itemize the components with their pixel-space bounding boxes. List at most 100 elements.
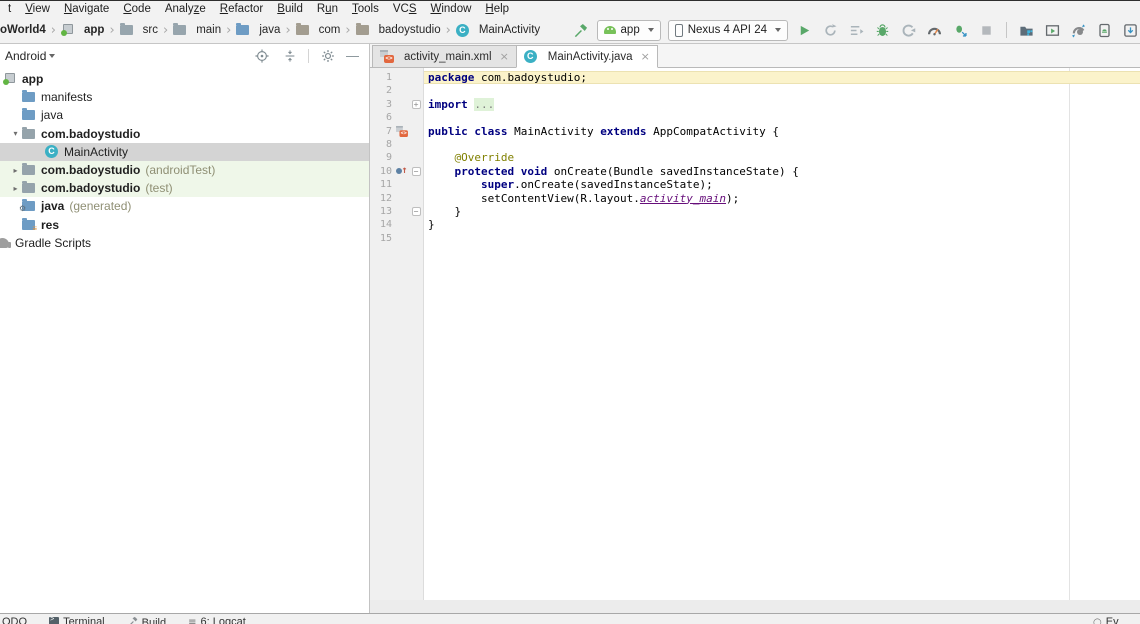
overrides-method-icon[interactable]: ↑ bbox=[396, 166, 409, 177]
breadcrumb-item-app[interactable]: app bbox=[61, 24, 104, 36]
code-text[interactable]: package com.badoystudio; bbox=[424, 71, 1140, 84]
fold-collapse-icon[interactable]: − bbox=[412, 167, 421, 176]
code-text[interactable]: setContentView(R.layout.activity_main); bbox=[424, 192, 1140, 205]
code-text[interactable] bbox=[424, 232, 1140, 245]
tree-item-manifests[interactable]: manifests bbox=[0, 88, 369, 106]
code-line[interactable]: 15 bbox=[370, 232, 1140, 245]
build-hammer-button[interactable] bbox=[571, 21, 590, 40]
toolwindow-button-6-logcat[interactable]: ≡6: Logcat bbox=[188, 616, 246, 624]
menu-help[interactable]: Help bbox=[478, 3, 516, 15]
stop-button[interactable] bbox=[977, 21, 996, 40]
tree-item-label: com.badoystudio bbox=[41, 127, 140, 141]
run-configuration-select[interactable]: app bbox=[597, 20, 661, 41]
code-text[interactable] bbox=[424, 84, 1140, 97]
run-button[interactable] bbox=[795, 21, 814, 40]
code-text[interactable]: public class MainActivity extends AppCom… bbox=[424, 125, 1140, 138]
breadcrumb-item-badoystudio[interactable]: badoystudio bbox=[356, 24, 441, 36]
tree-item-app[interactable]: app bbox=[0, 70, 369, 88]
tree-item-mainactivity[interactable]: CMainActivity bbox=[0, 143, 369, 161]
code-line[interactable]: 14} bbox=[370, 218, 1140, 231]
code-text[interactable]: @Override bbox=[424, 151, 1140, 164]
tab-mainactivity-java[interactable]: CMainActivity.java× bbox=[516, 45, 658, 68]
debug-button[interactable] bbox=[873, 21, 892, 40]
breadcrumb-item-mainactivity[interactable]: CMainActivity bbox=[456, 24, 540, 37]
code-line[interactable]: 7<>public class MainActivity extends App… bbox=[370, 125, 1140, 138]
panel-icon-separator bbox=[308, 49, 309, 63]
breadcrumb-item-java[interactable]: java bbox=[236, 24, 280, 36]
tree-item-com-badoystudio-test[interactable]: ▸com.badoystudio(test) bbox=[0, 179, 369, 197]
breadcrumb-item-main[interactable]: main bbox=[173, 24, 221, 36]
fold-collapse-icon[interactable]: − bbox=[412, 207, 421, 216]
chevron-right-icon[interactable]: ▸ bbox=[9, 166, 22, 175]
code-line[interactable]: 13− } bbox=[370, 205, 1140, 218]
code-line[interactable]: 8 bbox=[370, 138, 1140, 151]
code-editor[interactable]: 1package com.badoystudio;23+import ...67… bbox=[370, 68, 1140, 600]
locate-button[interactable] bbox=[252, 47, 271, 66]
device-file-explorer-button[interactable] bbox=[1017, 21, 1036, 40]
profile-button[interactable] bbox=[899, 21, 918, 40]
tree-item-gradle-scripts[interactable]: Gradle Scripts bbox=[0, 234, 369, 252]
code-text[interactable]: } bbox=[424, 218, 1140, 231]
code-text[interactable]: super.onCreate(savedInstanceState); bbox=[424, 178, 1140, 191]
tree-item-java-generated[interactable]: ⚙java(generated) bbox=[0, 197, 369, 215]
logcat-button[interactable] bbox=[1043, 21, 1062, 40]
code-line[interactable]: 11 super.onCreate(savedInstanceState); bbox=[370, 178, 1140, 191]
apply-code-changes-button[interactable] bbox=[847, 21, 866, 40]
code-text[interactable]: protected void onCreate(Bundle savedInst… bbox=[424, 165, 1140, 178]
toolwindow-button-terminal[interactable]: Terminal bbox=[49, 616, 105, 624]
chevron-down-icon[interactable]: ▾ bbox=[9, 129, 22, 138]
breadcrumb-item-oworld4[interactable]: oWorld4 bbox=[0, 24, 46, 36]
attach-debugger-button[interactable] bbox=[951, 21, 970, 40]
menu-code[interactable]: Code bbox=[116, 3, 158, 15]
menu-view[interactable]: View bbox=[18, 3, 57, 15]
tree-item-suffix: (test) bbox=[145, 181, 172, 195]
code-line[interactable]: 9 @Override bbox=[370, 151, 1140, 164]
sync-gradle-button[interactable] bbox=[1069, 21, 1088, 40]
project-view-selector[interactable]: Android bbox=[5, 49, 55, 63]
sdk-manager-button[interactable] bbox=[1121, 21, 1140, 40]
breadcrumb-item-com[interactable]: com bbox=[296, 24, 341, 36]
bottom-tool-bar: ODO Terminal Build ≡6: Logcat ○Ev bbox=[0, 613, 1140, 624]
menu-tools[interactable]: Tools bbox=[345, 3, 386, 15]
menu-window[interactable]: Window bbox=[423, 3, 478, 15]
profiler-button[interactable] bbox=[925, 21, 944, 40]
code-text[interactable] bbox=[424, 111, 1140, 124]
menu-refactor[interactable]: Refactor bbox=[213, 3, 270, 15]
menu-vcs[interactable]: VCS bbox=[386, 3, 424, 15]
device-select[interactable]: Nexus 4 API 24 bbox=[668, 20, 788, 41]
code-line[interactable]: 10↑− protected void onCreate(Bundle save… bbox=[370, 165, 1140, 178]
tree-item-label: res bbox=[41, 218, 59, 232]
tab-activity-main-xml[interactable]: <>activity_main.xml× bbox=[372, 45, 517, 68]
fold-expand-icon[interactable]: + bbox=[412, 100, 421, 109]
code-text[interactable]: import ... bbox=[424, 98, 1140, 111]
tree-item-java[interactable]: java bbox=[0, 106, 369, 124]
event-log-button[interactable]: ○Ev bbox=[1093, 616, 1119, 624]
code-line[interactable]: 6 bbox=[370, 111, 1140, 124]
menu-build[interactable]: Build bbox=[270, 3, 310, 15]
breadcrumb-chevron-icon: › bbox=[51, 23, 56, 38]
code-line[interactable]: 12 setContentView(R.layout.activity_main… bbox=[370, 192, 1140, 205]
chevron-right-icon[interactable]: ▸ bbox=[9, 184, 22, 193]
menu-analyze[interactable]: Analyze bbox=[158, 3, 213, 15]
close-icon[interactable]: × bbox=[500, 50, 509, 63]
tree-item-com-badoystudio-androidtest[interactable]: ▸com.badoystudio(androidTest) bbox=[0, 161, 369, 179]
menu-t[interactable]: t bbox=[1, 3, 18, 15]
avd-manager-button[interactable] bbox=[1095, 21, 1114, 40]
tree-item-com-badoystudio[interactable]: ▾ com.badoystudio bbox=[0, 125, 369, 143]
breadcrumb-item-src[interactable]: src bbox=[120, 24, 158, 36]
code-text[interactable]: } bbox=[424, 205, 1140, 218]
apply-changes-button[interactable] bbox=[821, 21, 840, 40]
hide-panel-button[interactable]: — bbox=[346, 51, 359, 61]
code-line[interactable]: 1package com.badoystudio; bbox=[370, 71, 1140, 84]
menu-run[interactable]: Run bbox=[310, 3, 345, 15]
code-line[interactable]: 2 bbox=[370, 84, 1140, 97]
toolwindow-button-build[interactable]: Build bbox=[127, 616, 166, 624]
code-text[interactable] bbox=[424, 138, 1140, 151]
code-line[interactable]: 3+import ... bbox=[370, 98, 1140, 111]
settings-button[interactable] bbox=[318, 47, 337, 66]
menu-navigate[interactable]: Navigate bbox=[57, 3, 116, 15]
tree-item-res[interactable]: ≡res bbox=[0, 216, 369, 234]
collapse-all-button[interactable] bbox=[280, 47, 299, 66]
close-icon[interactable]: × bbox=[641, 50, 650, 63]
toolwindow-button-odo[interactable]: ODO bbox=[2, 616, 27, 624]
